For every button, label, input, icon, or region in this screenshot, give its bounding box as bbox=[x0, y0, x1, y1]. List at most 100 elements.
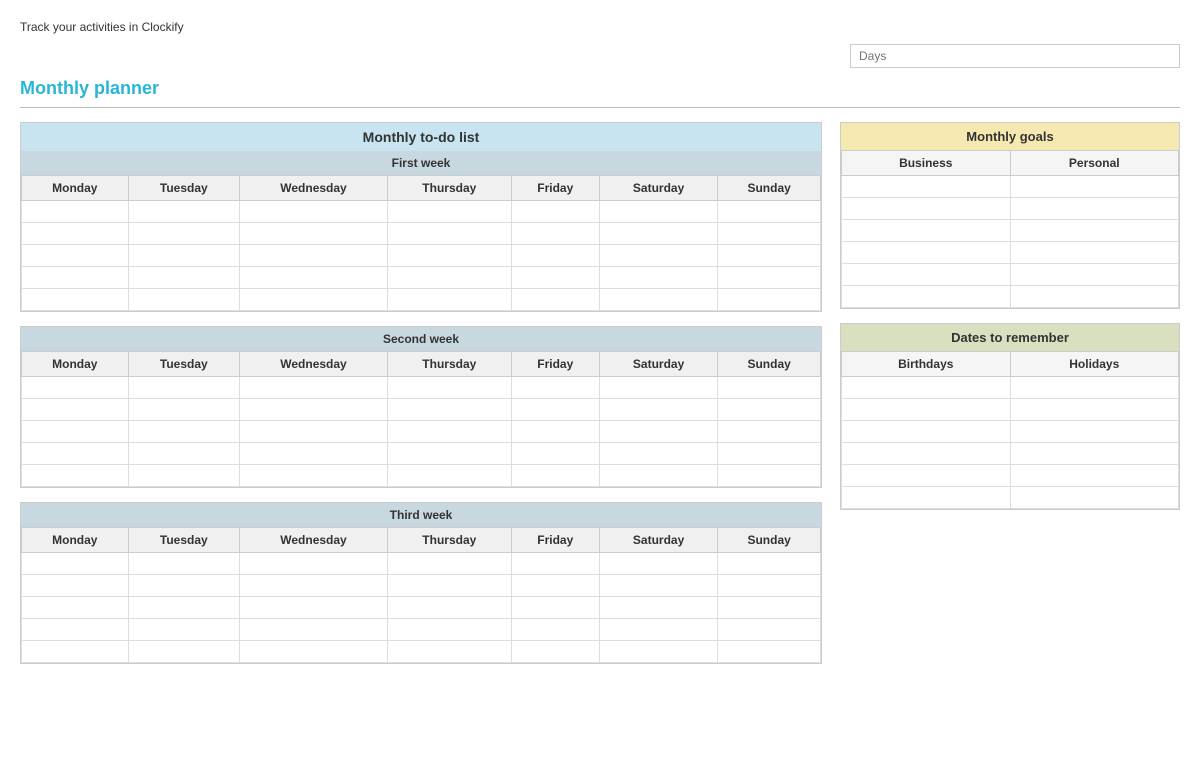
table-cell[interactable] bbox=[128, 465, 239, 487]
table-cell[interactable] bbox=[388, 399, 512, 421]
table-cell[interactable] bbox=[240, 377, 388, 399]
table-cell[interactable] bbox=[599, 245, 717, 267]
table-cell[interactable] bbox=[718, 619, 821, 641]
table-cell[interactable] bbox=[22, 553, 129, 575]
table-cell[interactable] bbox=[599, 201, 717, 223]
table-cell[interactable] bbox=[388, 421, 512, 443]
table-cell[interactable] bbox=[240, 267, 388, 289]
table-cell[interactable] bbox=[599, 289, 717, 311]
table-cell[interactable] bbox=[22, 267, 129, 289]
clockify-link[interactable]: Track your activities in Clockify bbox=[20, 20, 184, 34]
table-cell[interactable] bbox=[388, 245, 512, 267]
table-cell[interactable] bbox=[388, 443, 512, 465]
table-cell[interactable] bbox=[718, 201, 821, 223]
table-cell[interactable] bbox=[718, 245, 821, 267]
table-cell[interactable] bbox=[511, 399, 599, 421]
table-cell[interactable] bbox=[599, 575, 717, 597]
table-cell[interactable] bbox=[128, 641, 239, 663]
table-cell[interactable] bbox=[22, 575, 129, 597]
table-cell[interactable] bbox=[1010, 264, 1179, 286]
table-cell[interactable] bbox=[240, 399, 388, 421]
table-cell[interactable] bbox=[388, 619, 512, 641]
table-cell[interactable] bbox=[599, 399, 717, 421]
table-cell[interactable] bbox=[1010, 421, 1179, 443]
table-cell[interactable] bbox=[128, 553, 239, 575]
table-cell[interactable] bbox=[388, 641, 512, 663]
table-cell[interactable] bbox=[511, 267, 599, 289]
table-cell[interactable] bbox=[599, 465, 717, 487]
table-cell[interactable] bbox=[22, 201, 129, 223]
table-cell[interactable] bbox=[1010, 465, 1179, 487]
table-cell[interactable] bbox=[22, 641, 129, 663]
table-cell[interactable] bbox=[240, 575, 388, 597]
table-cell[interactable] bbox=[240, 421, 388, 443]
table-cell[interactable] bbox=[599, 421, 717, 443]
table-cell[interactable] bbox=[599, 597, 717, 619]
table-cell[interactable] bbox=[240, 443, 388, 465]
table-cell[interactable] bbox=[240, 245, 388, 267]
table-cell[interactable] bbox=[842, 242, 1011, 264]
table-cell[interactable] bbox=[22, 399, 129, 421]
table-cell[interactable] bbox=[388, 223, 512, 245]
table-cell[interactable] bbox=[240, 553, 388, 575]
table-cell[interactable] bbox=[842, 487, 1011, 509]
table-cell[interactable] bbox=[718, 267, 821, 289]
table-cell[interactable] bbox=[388, 201, 512, 223]
table-cell[interactable] bbox=[511, 377, 599, 399]
table-cell[interactable] bbox=[240, 289, 388, 311]
table-cell[interactable] bbox=[1010, 242, 1179, 264]
table-cell[interactable] bbox=[1010, 443, 1179, 465]
table-cell[interactable] bbox=[388, 465, 512, 487]
table-cell[interactable] bbox=[511, 289, 599, 311]
table-cell[interactable] bbox=[718, 641, 821, 663]
table-cell[interactable] bbox=[388, 597, 512, 619]
table-cell[interactable] bbox=[128, 289, 239, 311]
table-cell[interactable] bbox=[22, 597, 129, 619]
table-cell[interactable] bbox=[842, 443, 1011, 465]
table-cell[interactable] bbox=[388, 267, 512, 289]
table-cell[interactable] bbox=[718, 443, 821, 465]
table-cell[interactable] bbox=[511, 641, 599, 663]
table-cell[interactable] bbox=[718, 289, 821, 311]
table-cell[interactable] bbox=[599, 443, 717, 465]
table-cell[interactable] bbox=[511, 553, 599, 575]
table-cell[interactable] bbox=[22, 223, 129, 245]
table-cell[interactable] bbox=[128, 267, 239, 289]
table-cell[interactable] bbox=[511, 201, 599, 223]
table-cell[interactable] bbox=[22, 465, 129, 487]
table-cell[interactable] bbox=[128, 201, 239, 223]
table-cell[interactable] bbox=[718, 575, 821, 597]
table-cell[interactable] bbox=[128, 223, 239, 245]
table-cell[interactable] bbox=[388, 553, 512, 575]
table-cell[interactable] bbox=[388, 377, 512, 399]
table-cell[interactable] bbox=[842, 220, 1011, 242]
table-cell[interactable] bbox=[511, 597, 599, 619]
table-cell[interactable] bbox=[22, 443, 129, 465]
table-cell[interactable] bbox=[240, 223, 388, 245]
table-cell[interactable] bbox=[718, 421, 821, 443]
table-cell[interactable] bbox=[842, 176, 1011, 198]
table-cell[interactable] bbox=[842, 198, 1011, 220]
table-cell[interactable] bbox=[842, 465, 1011, 487]
table-cell[interactable] bbox=[599, 553, 717, 575]
table-cell[interactable] bbox=[511, 223, 599, 245]
table-cell[interactable] bbox=[128, 575, 239, 597]
table-cell[interactable] bbox=[240, 465, 388, 487]
table-cell[interactable] bbox=[128, 421, 239, 443]
table-cell[interactable] bbox=[388, 289, 512, 311]
table-cell[interactable] bbox=[240, 597, 388, 619]
table-cell[interactable] bbox=[599, 223, 717, 245]
table-cell[interactable] bbox=[599, 267, 717, 289]
days-input[interactable] bbox=[850, 44, 1180, 68]
table-cell[interactable] bbox=[1010, 198, 1179, 220]
table-cell[interactable] bbox=[842, 421, 1011, 443]
table-cell[interactable] bbox=[128, 597, 239, 619]
table-cell[interactable] bbox=[22, 377, 129, 399]
table-cell[interactable] bbox=[511, 465, 599, 487]
table-cell[interactable] bbox=[240, 619, 388, 641]
table-cell[interactable] bbox=[1010, 176, 1179, 198]
table-cell[interactable] bbox=[128, 619, 239, 641]
table-cell[interactable] bbox=[511, 443, 599, 465]
table-cell[interactable] bbox=[128, 377, 239, 399]
table-cell[interactable] bbox=[718, 553, 821, 575]
